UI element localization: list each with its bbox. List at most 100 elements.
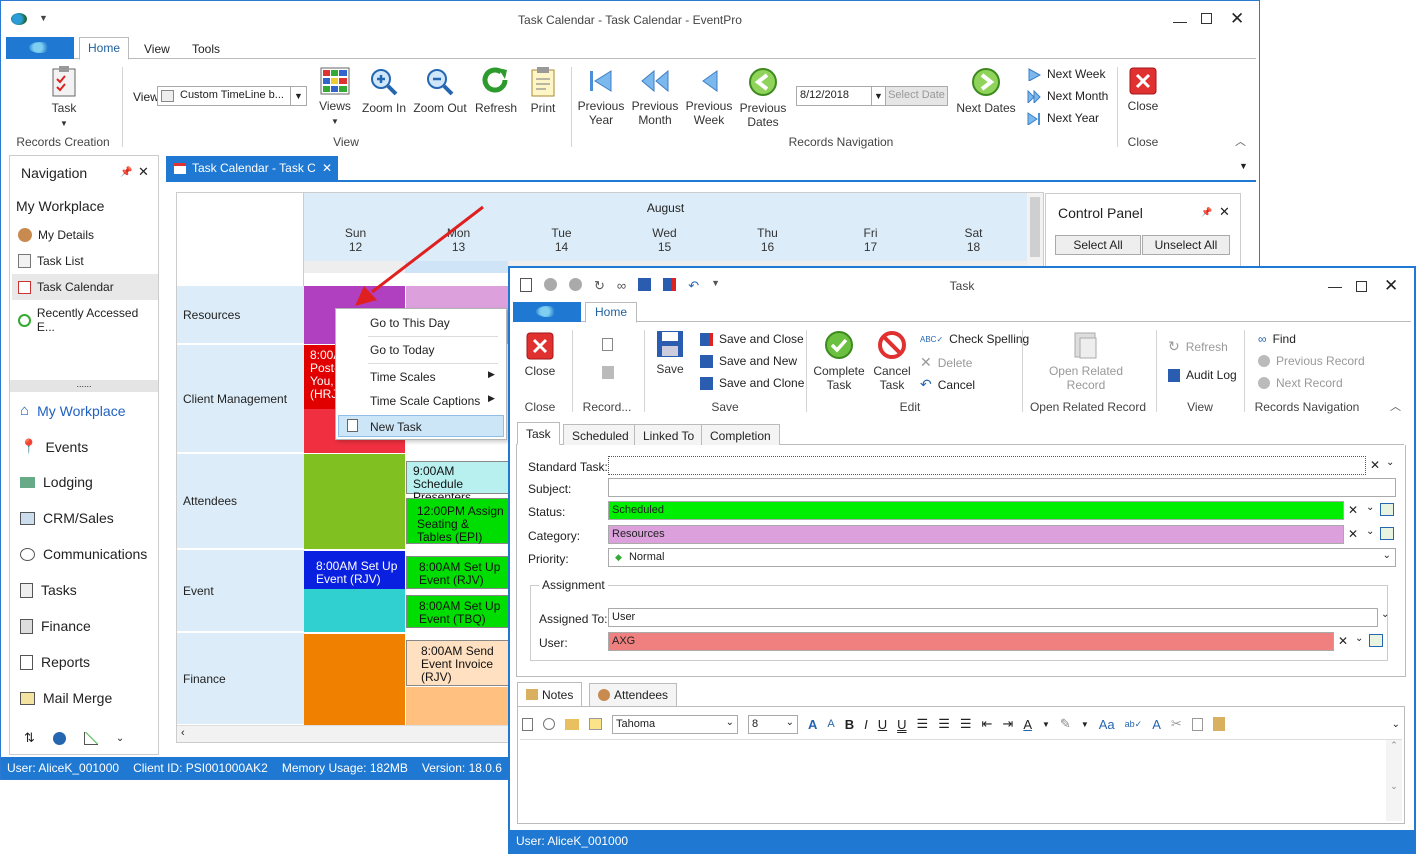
grow-font-icon[interactable]: A bbox=[808, 717, 817, 732]
user-input[interactable]: AXG bbox=[608, 632, 1334, 651]
task-collapse-ribbon-icon[interactable]: ︿ bbox=[1390, 398, 1401, 414]
user-dropdown-icon[interactable]: ⌄ bbox=[1355, 633, 1363, 644]
font-color-icon[interactable]: A bbox=[1023, 717, 1032, 732]
tab-notes[interactable]: Notes bbox=[517, 682, 583, 706]
record-copy-icon[interactable] bbox=[602, 366, 614, 379]
delete-button[interactable]: ✕ Delete bbox=[920, 354, 972, 371]
notes-toolbar: Tahoma ⌄ 8 ⌄ A A B I U U ☰ ☰ ☰ ⇤ ⇥ A ▼ ✎ ▼… bbox=[522, 713, 1400, 735]
new-doc-icon[interactable] bbox=[522, 717, 533, 731]
task-close-group: Close bbox=[524, 400, 556, 414]
status-input[interactable]: Scheduled bbox=[608, 501, 1344, 520]
category-input[interactable]: Resources bbox=[608, 525, 1344, 544]
priority-dropdown-icon[interactable]: ⌄ bbox=[1383, 550, 1391, 561]
size-dropdown-icon[interactable]: ⌄ bbox=[786, 717, 794, 728]
task-close-window-icon[interactable]: ✕ bbox=[1384, 276, 1398, 296]
indent-icon[interactable]: ⇥ bbox=[1002, 716, 1013, 732]
italic-icon[interactable]: I bbox=[864, 717, 868, 732]
assignment-label: Assignment bbox=[539, 578, 608, 592]
search-doc-icon[interactable] bbox=[543, 718, 555, 730]
find-button[interactable]: ∞ Find bbox=[1258, 332, 1296, 346]
abc-check-icon: ABC✓ bbox=[920, 334, 944, 344]
task-close-red-icon bbox=[526, 332, 554, 360]
audit-log-button[interactable]: Audit Log bbox=[1168, 368, 1237, 382]
open-related-record-button[interactable]: Open Related Record bbox=[1040, 330, 1132, 392]
underline-icon[interactable]: U bbox=[878, 717, 887, 732]
task-save-button[interactable]: Save bbox=[652, 330, 688, 376]
bullets-icon[interactable]: ☰ bbox=[917, 716, 929, 732]
subject-input[interactable] bbox=[608, 478, 1396, 497]
next-record-button[interactable]: Next Record bbox=[1258, 376, 1343, 390]
open-folder-icon[interactable] bbox=[565, 718, 579, 730]
status-lookup-icon[interactable] bbox=[1380, 503, 1394, 516]
outdent-icon[interactable]: ⇤ bbox=[982, 716, 993, 732]
record-group-label: Record... bbox=[582, 400, 632, 414]
tab-attendees[interactable]: Attendees bbox=[589, 683, 678, 706]
binoculars-icon: ∞ bbox=[1258, 332, 1267, 346]
category-clear-icon[interactable]: ✕ bbox=[1348, 527, 1358, 541]
save-and-new-button[interactable]: Save and New bbox=[700, 354, 797, 368]
category-dropdown-icon[interactable]: ⌄ bbox=[1366, 526, 1374, 537]
standard-task-input[interactable] bbox=[608, 456, 1366, 475]
font-dropdown-icon[interactable]: ⌄ bbox=[726, 717, 734, 728]
save-group-label: Save bbox=[711, 400, 739, 414]
spellcheck-icon[interactable]: ab✓ bbox=[1125, 719, 1143, 730]
change-case-icon[interactable]: Aa bbox=[1099, 717, 1115, 732]
task-maximize-icon[interactable] bbox=[1356, 281, 1367, 292]
highlight-dropdown-icon[interactable]: ▼ bbox=[1081, 720, 1089, 729]
priority-diamond-icon: ◆ bbox=[615, 552, 622, 562]
standard-task-clear-icon[interactable]: ✕ bbox=[1370, 458, 1380, 472]
task-refresh-button[interactable]: ↻ Refresh bbox=[1168, 338, 1228, 355]
numbering-icon[interactable]: ☰ bbox=[938, 716, 950, 732]
font-color-dropdown-icon[interactable]: ▼ bbox=[1042, 720, 1050, 729]
save-and-close-button[interactable]: Save and Close bbox=[700, 332, 804, 346]
paste-icon[interactable] bbox=[1212, 717, 1225, 731]
copy-icon[interactable] bbox=[1191, 717, 1203, 731]
down-circle-icon bbox=[1258, 377, 1270, 389]
check-spelling-button[interactable]: ABC✓ Check Spelling bbox=[920, 332, 1029, 346]
task-minimize-icon[interactable]: — bbox=[1328, 278, 1342, 294]
tab-scheduled[interactable]: Scheduled bbox=[563, 424, 638, 445]
bold-icon[interactable]: B bbox=[845, 717, 854, 732]
delete-x-icon: ✕ bbox=[920, 354, 932, 370]
tab-completion[interactable]: Completion bbox=[701, 424, 780, 445]
record-new-icon[interactable] bbox=[602, 338, 613, 351]
standard-task-dropdown-icon[interactable]: ⌄ bbox=[1386, 457, 1394, 468]
attendees-icon bbox=[598, 689, 610, 701]
font-select[interactable]: Tahoma ⌄ bbox=[612, 714, 738, 734]
task-tab-home[interactable]: Home bbox=[585, 302, 637, 323]
notes-scrollbar[interactable]: ⌃ ⌄ bbox=[1386, 740, 1402, 821]
highlight-icon[interactable]: ✎ bbox=[1060, 716, 1071, 732]
size-select[interactable]: 8 ⌄ bbox=[748, 714, 798, 734]
toolbar-more-icon[interactable]: ⌄ bbox=[1392, 719, 1400, 730]
notes-textarea[interactable] bbox=[520, 739, 1402, 821]
user-clear-icon[interactable]: ✕ bbox=[1338, 634, 1348, 648]
double-underline-icon[interactable]: U bbox=[897, 717, 906, 732]
status-clear-icon[interactable]: ✕ bbox=[1348, 503, 1358, 517]
cancel-task-button[interactable]: Cancel Task bbox=[868, 330, 916, 392]
priority-input[interactable]: ◆ Normal ⌄ bbox=[608, 548, 1396, 567]
format-painter-icon[interactable] bbox=[589, 718, 602, 730]
task-dialog: ↻ ∞ ↶ ▼ Task — ✕ Home Close Close Record… bbox=[508, 266, 1416, 854]
status-dropdown-icon[interactable]: ⌄ bbox=[1366, 502, 1374, 513]
tab-task[interactable]: Task bbox=[517, 422, 560, 445]
task-file-tab[interactable] bbox=[513, 302, 581, 322]
cancel-button[interactable]: ↶ Cancel bbox=[920, 376, 975, 393]
save-clone-icon bbox=[700, 376, 713, 390]
multilevel-icon[interactable]: ☰ bbox=[960, 716, 972, 732]
shrink-font-icon[interactable]: A bbox=[827, 718, 834, 730]
font-dialog-icon[interactable]: A bbox=[1152, 717, 1161, 732]
cut-icon[interactable]: ✂ bbox=[1171, 716, 1182, 732]
open-related-group-label: Open Related Record bbox=[1029, 400, 1147, 414]
task-close-button[interactable]: Close bbox=[520, 332, 560, 378]
tab-linked-to[interactable]: Linked To bbox=[634, 424, 704, 445]
task-dialog-title: Task bbox=[949, 279, 975, 293]
task-status-user: User: AliceK_001000 bbox=[516, 834, 629, 848]
save-and-clone-button[interactable]: Save and Clone bbox=[700, 376, 804, 390]
user-lookup-icon[interactable] bbox=[1369, 634, 1383, 647]
category-lookup-icon[interactable] bbox=[1380, 527, 1394, 540]
notes-editor: Tahoma ⌄ 8 ⌄ A A B I U U ☰ ☰ ☰ ⇤ ⇥ A ▼ ✎ ▼… bbox=[517, 706, 1405, 824]
previous-record-button[interactable]: Previous Record bbox=[1258, 354, 1365, 368]
assigned-to-dropdown-icon[interactable]: ⌄ bbox=[1381, 609, 1389, 620]
complete-task-button[interactable]: Complete Task bbox=[812, 330, 866, 392]
assigned-to-input[interactable]: User bbox=[608, 608, 1378, 627]
